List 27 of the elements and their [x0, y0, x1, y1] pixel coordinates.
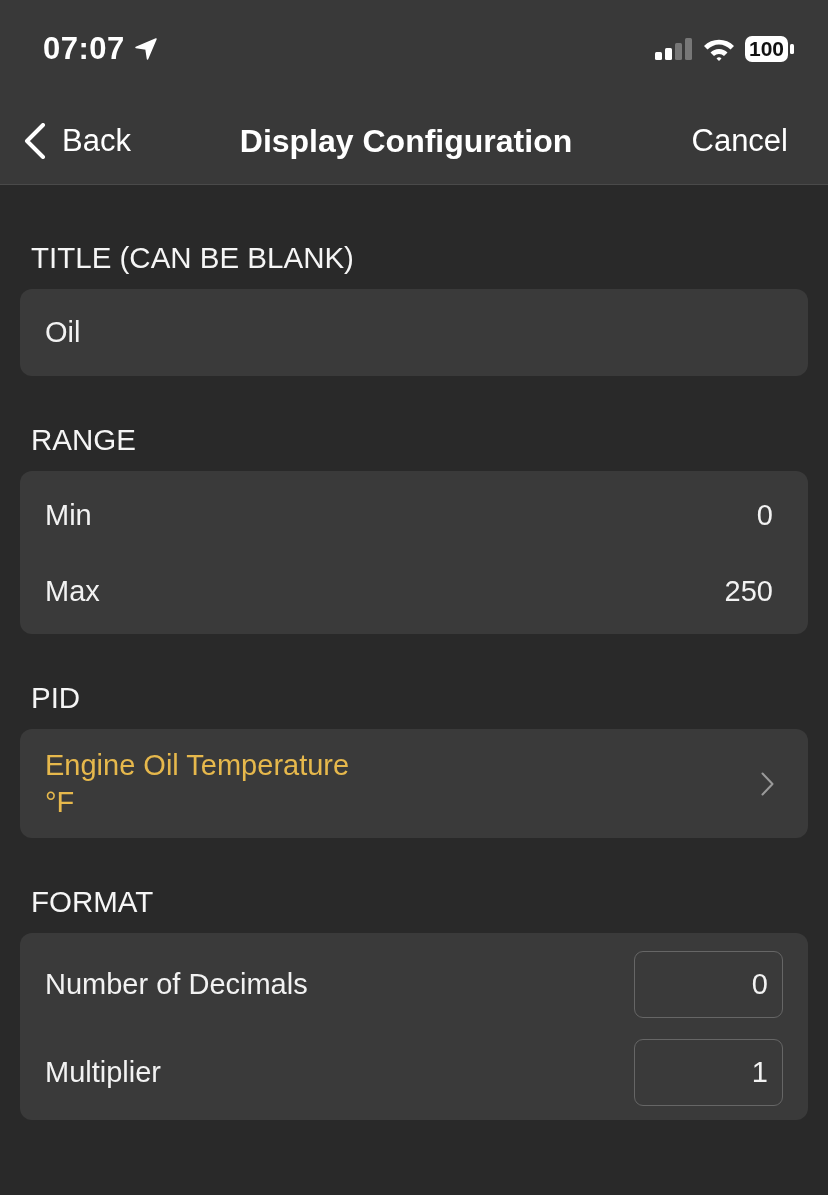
cancel-button[interactable]: Cancel [691, 123, 788, 159]
location-arrow-icon [134, 38, 157, 60]
number-field[interactable]: 1 [634, 1038, 783, 1106]
chevron-right-icon [761, 772, 774, 796]
row-value: 0 [756, 498, 773, 532]
chevron-left-icon [24, 123, 46, 159]
page-title: Display Configuration [239, 122, 573, 160]
title-field[interactable]: Oil [20, 289, 808, 376]
battery-level: 100 [744, 36, 788, 62]
pid-text: °F [45, 785, 76, 820]
status-time: 07:07 [43, 31, 125, 67]
row-label: Number of Decimals [45, 967, 308, 1001]
section-header: FORMAT [30, 885, 154, 919]
section-header: PID [30, 681, 81, 715]
number-field[interactable]: 0 [634, 950, 783, 1018]
row-label: Min [45, 498, 92, 532]
wifi-icon [702, 37, 735, 61]
signal-icon [654, 38, 693, 60]
back-button[interactable]: Back [24, 123, 131, 159]
row-label: Max [45, 574, 100, 608]
pid-selector[interactable]: Engine Oil Temperature °F [20, 729, 808, 838]
section-header: TITLE (CAN BE BLANK) [30, 241, 354, 275]
pid-text: Engine Oil Temperature [45, 748, 350, 783]
section-header: RANGE [30, 423, 136, 457]
row-value: 250 [724, 574, 773, 608]
row-label: Multiplier [45, 1055, 162, 1089]
battery-tip-icon [790, 44, 794, 54]
